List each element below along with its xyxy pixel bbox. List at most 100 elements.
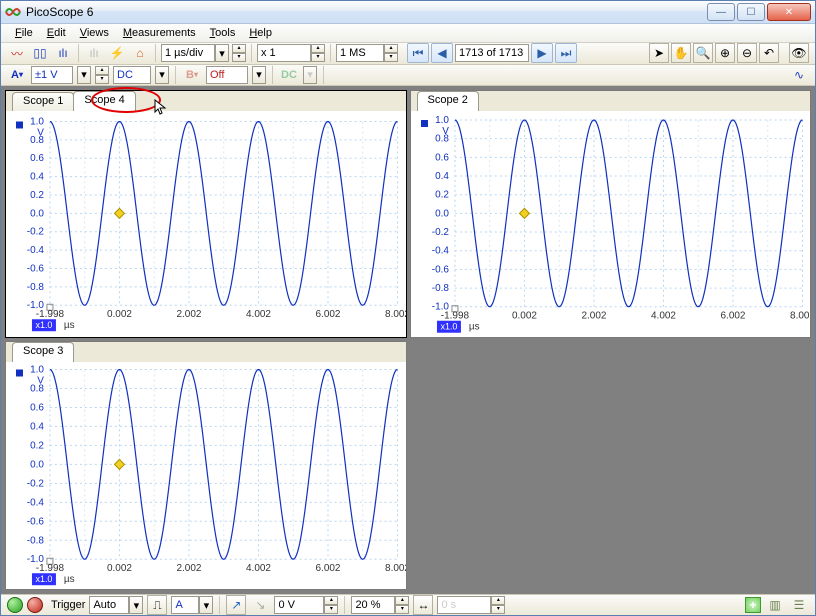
minimize-button[interactable]: — [707, 3, 735, 21]
autosetup-icon[interactable]: ⚡ [107, 43, 127, 63]
svg-text:0.6: 0.6 [435, 152, 449, 163]
samples-spinner[interactable]: ▴▾ [384, 44, 398, 62]
hand-tool-icon[interactable]: ✋ [671, 43, 691, 63]
falling-edge-icon[interactable]: ↘ [250, 595, 270, 615]
channel-c-dd[interactable]: ▾ [303, 66, 317, 84]
svg-text:0.0: 0.0 [435, 208, 449, 219]
menu-file[interactable]: File [9, 25, 39, 41]
scope-mode-icon[interactable]: 〰 [7, 43, 27, 63]
trigger-edge-icon[interactable]: ⎍ [147, 595, 167, 615]
channel-a-range[interactable]: ±1 V [31, 66, 73, 84]
undo-zoom-icon[interactable]: ↶ [759, 43, 779, 63]
svg-text:1.0: 1.0 [30, 365, 44, 376]
trigger-label: Trigger [51, 599, 85, 611]
tab-scope-3[interactable]: Scope 3 [12, 342, 74, 362]
menu-help[interactable]: Help [243, 25, 278, 41]
channel-c-label[interactable]: DC [279, 66, 299, 84]
rulers-icon[interactable]: ▥ [765, 595, 785, 615]
cursor-pointer-icon [154, 99, 168, 117]
svg-text:2.002: 2.002 [176, 309, 201, 320]
zoom-field[interactable]: x 1 [257, 44, 311, 62]
add-measurement-button[interactable]: + [745, 597, 761, 613]
maximize-button[interactable]: ☐ [737, 3, 765, 21]
svg-text:0.002: 0.002 [511, 310, 536, 321]
svg-text:-0.4: -0.4 [27, 245, 45, 256]
svg-text:8.002: 8.002 [790, 310, 810, 321]
buffer-last-icon[interactable]: ⏭ [555, 43, 577, 63]
menu-tools[interactable]: Tools [204, 25, 242, 41]
buffer-next-icon[interactable]: ▶ [531, 43, 553, 63]
menu-edit[interactable]: Edit [41, 25, 72, 41]
scope-panel-3: Scope 3 1.0V0.80.60.40.20.0-0.2-0.4-0.6-… [5, 341, 407, 590]
channel-a-coupling-dd[interactable]: ▾ [155, 66, 169, 84]
rising-edge-icon[interactable]: ↗ [226, 595, 246, 615]
tabs-row-1: Scope 1 Scope 4 [6, 91, 406, 111]
zoom-in-icon[interactable]: ⊕ [715, 43, 735, 63]
timebase-field[interactable]: 1 µs/div [161, 44, 215, 62]
chart-3[interactable]: 1.0V0.80.60.40.20.0-0.2-0.4-0.6-0.8-1.0-… [6, 362, 406, 589]
chart-2[interactable]: 1.0V0.80.60.40.20.0-0.2-0.4-0.6-0.8-1.0-… [411, 111, 811, 338]
svg-text:-0.2: -0.2 [27, 226, 45, 237]
samples-field[interactable]: 1 MS [336, 44, 384, 62]
close-button[interactable]: ✕ [767, 3, 811, 21]
svg-text:6.002: 6.002 [720, 310, 745, 321]
channel-a-label[interactable]: A▾ [7, 66, 27, 84]
pretrigger-spinner[interactable]: ▴▾ [395, 596, 409, 614]
trigger-level[interactable]: 0 V [274, 596, 324, 614]
notes-icon[interactable]: ☰ [789, 595, 809, 615]
buffer-prev-icon[interactable]: ◀ [431, 43, 453, 63]
menu-measurements[interactable]: Measurements [117, 25, 202, 41]
zoom-out-icon[interactable]: ⊖ [737, 43, 757, 63]
pretrigger[interactable]: 20 % [351, 596, 395, 614]
toolbar-channels: A▾ ±1 V ▾ ▴▾ DC ▾ B▾ Off ▾ DC ▾ ∿ [1, 65, 815, 86]
buffer-position[interactable]: 1713 of 1713 [455, 44, 529, 62]
persistence-mode-icon[interactable]: ▯▯ [30, 43, 50, 63]
trigger-mode[interactable]: Auto [89, 596, 129, 614]
run-button[interactable] [7, 597, 23, 613]
pretrigger-icon[interactable]: ↔ [413, 595, 433, 615]
chart-1[interactable]: 1.0V0.80.60.40.20.0-0.2-0.4-0.6-0.8-1.0-… [6, 111, 406, 338]
menu-views[interactable]: Views [74, 25, 115, 41]
svg-text:6.002: 6.002 [316, 309, 341, 320]
channel-b-range-dd[interactable]: ▾ [252, 66, 266, 84]
svg-text:4.002: 4.002 [246, 564, 271, 575]
signal-gen-icon[interactable]: ılı [84, 43, 104, 63]
awg-icon[interactable]: ∿ [789, 65, 809, 85]
tab-scope-2[interactable]: Scope 2 [417, 91, 479, 111]
tab-scope-4[interactable]: Scope 4 [73, 91, 135, 111]
svg-text:0.4: 0.4 [30, 171, 44, 182]
svg-text:0.2: 0.2 [30, 441, 44, 452]
trigger-channel[interactable]: A [171, 596, 199, 614]
stop-button[interactable] [27, 597, 43, 613]
svg-text:-0.4: -0.4 [431, 245, 449, 256]
trigger-level-spinner[interactable]: ▴▾ [324, 596, 338, 614]
buffer-first-icon[interactable]: ⏮ [407, 43, 429, 63]
pointer-tool-icon[interactable]: ➤ [649, 43, 669, 63]
svg-text:0.0: 0.0 [30, 208, 44, 219]
svg-text:2.002: 2.002 [581, 310, 606, 321]
zoom-selection-icon[interactable]: 🔍 [693, 43, 713, 63]
svg-text:µs: µs [468, 321, 479, 332]
channel-d-label[interactable] [330, 66, 350, 84]
channel-a-range-dd[interactable]: ▾ [77, 66, 91, 84]
scope-panel-2: Scope 2 1.0V0.80.60.40.20.0-0.2-0.4-0.6-… [410, 90, 812, 339]
svg-text:-0.8: -0.8 [431, 283, 449, 294]
svg-text:x1.0: x1.0 [35, 575, 52, 585]
channel-a-coupling[interactable]: DC [113, 66, 151, 84]
empty-panel [410, 341, 812, 590]
trigger-channel-dd[interactable]: ▾ [199, 596, 213, 614]
channel-a-range-spinner[interactable]: ▴▾ [95, 66, 109, 84]
zoom-full-icon[interactable]: 👁 [789, 43, 809, 63]
spectrum-mode-icon[interactable]: ılı [53, 43, 73, 63]
timebase-dropdown[interactable]: ▾ [215, 44, 229, 62]
svg-text:0.6: 0.6 [30, 153, 44, 164]
tab-scope-1[interactable]: Scope 1 [12, 92, 74, 111]
svg-text:-1.998: -1.998 [36, 564, 65, 575]
zoom-spinner[interactable]: ▴▾ [311, 44, 325, 62]
channel-b-label[interactable]: B▾ [182, 66, 202, 84]
channel-b-range[interactable]: Off [206, 66, 248, 84]
svg-text:0.8: 0.8 [30, 384, 44, 395]
timebase-spinner[interactable]: ▴▾ [232, 44, 246, 62]
home-icon[interactable]: ⌂ [130, 43, 150, 63]
trigger-mode-dd[interactable]: ▾ [129, 596, 143, 614]
